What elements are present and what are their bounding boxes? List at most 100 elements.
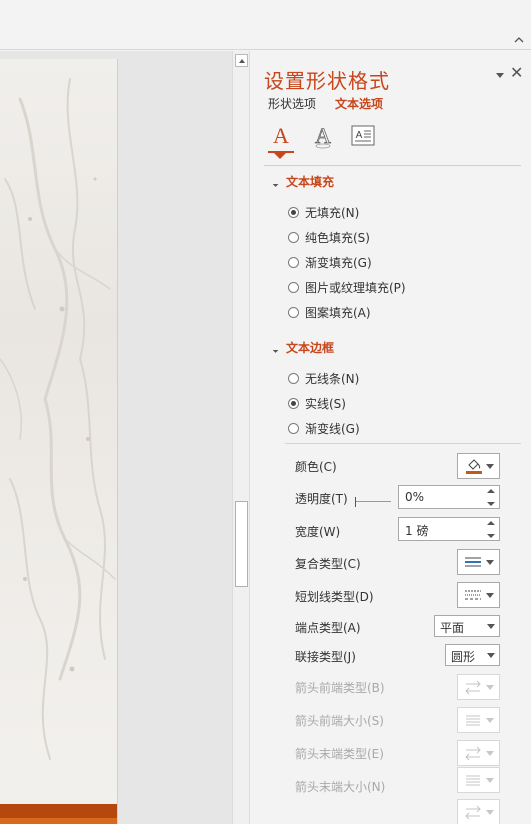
- slide-thumbnail[interactable]: [0, 59, 118, 824]
- spin-up-icon[interactable]: [487, 521, 495, 525]
- radio-icon: [288, 256, 299, 268]
- chevron-down-icon: [486, 464, 494, 469]
- compound-type-label: 复合类型(C): [295, 557, 361, 571]
- cap-type-label: 端点类型(A): [295, 621, 361, 635]
- pane-options-dropdown[interactable]: [496, 73, 504, 78]
- join-type-value: 圆形: [451, 650, 476, 664]
- next-arrow-option-button[interactable]: [457, 799, 500, 824]
- cap-type-select[interactable]: 平面: [434, 615, 500, 637]
- transparency-spinner[interactable]: 0%: [398, 485, 500, 509]
- subsection-divider: [285, 443, 521, 444]
- chevron-down-icon: [486, 778, 494, 783]
- slider-handle[interactable]: [355, 497, 356, 507]
- svg-text:A: A: [356, 130, 363, 141]
- join-type-label: 联接类型(J): [295, 650, 356, 664]
- chevron-down-icon: [486, 560, 494, 565]
- ink-painting-image: [0, 78, 116, 760]
- slide-bottom-band-accent: [0, 818, 117, 824]
- radio-icon: [288, 422, 299, 434]
- chevron-down-icon: [487, 653, 495, 658]
- selected-category-caret: [274, 153, 286, 159]
- cap-type-value: 平面: [440, 621, 465, 635]
- radio-icon: [288, 231, 299, 243]
- width-spinner[interactable]: 1 磅: [398, 517, 500, 541]
- radio-label: 实线(S): [305, 396, 346, 411]
- radio-no-line[interactable]: 无线条(N): [288, 370, 359, 386]
- transparency-slider[interactable]: [355, 497, 391, 507]
- radio-solid-line[interactable]: 实线(S): [288, 395, 346, 411]
- width-label: 宽度(W): [295, 525, 341, 539]
- color-label: 颜色(C): [295, 460, 337, 474]
- scroll-thumb[interactable]: [235, 501, 248, 587]
- radio-label: 图案填充(A): [305, 305, 371, 320]
- spinner-arrows[interactable]: [487, 489, 496, 506]
- pen-color-icon: [466, 459, 482, 474]
- section-text-border-label: 文本边框: [286, 341, 335, 355]
- dash-type-button[interactable]: [457, 582, 500, 608]
- radio-label: 无线条(N): [305, 371, 360, 386]
- tab-text-options[interactable]: 文本选项: [335, 95, 383, 112]
- section-text-fill[interactable]: 文本填充: [270, 173, 334, 190]
- end-arrow-type-label: 箭头末端类型(E): [295, 747, 384, 761]
- arrow-size-icon: [466, 715, 480, 726]
- radio-label: 渐变填充(G): [305, 255, 372, 270]
- ribbon-area: [0, 0, 531, 50]
- compound-lines-icon: [465, 557, 481, 567]
- end-arrow-size-label: 箭头末端大小(N): [295, 780, 386, 794]
- section-text-border[interactable]: 文本边框: [270, 339, 335, 356]
- chevron-down-icon: [486, 718, 494, 723]
- radio-pattern-fill[interactable]: 图案填充(A): [288, 304, 371, 320]
- width-value[interactable]: 1 磅: [405, 522, 428, 539]
- vertical-scrollbar[interactable]: [232, 51, 250, 824]
- pane-title: 设置形状格式: [264, 69, 390, 93]
- radio-solid-fill[interactable]: 纯色填充(S): [288, 229, 370, 245]
- radio-label: 无填充(N): [305, 205, 360, 220]
- join-type-select[interactable]: 圆形: [445, 644, 500, 666]
- chevron-down-icon: [486, 751, 494, 756]
- collapse-ribbon-icon[interactable]: [513, 34, 525, 46]
- radio-icon: [288, 372, 299, 384]
- radio-gradient-fill[interactable]: 渐变填充(G): [288, 254, 372, 270]
- format-shape-pane: 设置形状格式 ✕ 形状选项 文本选项 A A A 文本填充 无填充(N) 纯色填…: [251, 51, 531, 824]
- tab-shape-options[interactable]: 形状选项: [268, 95, 316, 112]
- spin-down-icon[interactable]: [487, 502, 495, 506]
- radio-picture-fill[interactable]: 图片或纹理填充(P): [288, 279, 406, 295]
- arrow-size-icon: [466, 775, 480, 786]
- chevron-down-icon: [486, 810, 494, 815]
- text-fill-outline-icon[interactable]: A: [268, 123, 294, 149]
- collapse-triangle-icon: [270, 178, 279, 187]
- compound-type-button[interactable]: [457, 549, 500, 575]
- arrow-type-icon: [465, 805, 481, 820]
- radio-selected-icon: [288, 397, 299, 409]
- transparency-label: 透明度(T): [295, 492, 348, 506]
- arrow-type-icon: [465, 746, 481, 761]
- dash-type-label: 短划线类型(D): [295, 590, 374, 604]
- radio-label: 图片或纹理填充(P): [305, 280, 406, 295]
- chevron-down-icon: [486, 593, 494, 598]
- chevron-down-icon: [486, 685, 494, 690]
- dash-lines-icon: [465, 590, 481, 600]
- radio-label: 渐变线(G): [305, 421, 360, 436]
- begin-arrow-size-button[interactable]: [457, 707, 500, 733]
- scroll-up-button[interactable]: [235, 54, 248, 67]
- close-icon[interactable]: ✕: [510, 65, 523, 81]
- text-effects-icon[interactable]: A: [310, 123, 336, 149]
- slide-canvas: [0, 51, 232, 824]
- radio-gradient-line[interactable]: 渐变线(G): [288, 420, 360, 436]
- radio-no-fill[interactable]: 无填充(N): [288, 204, 359, 220]
- radio-icon: [288, 281, 299, 293]
- spin-down-icon[interactable]: [487, 534, 495, 538]
- begin-arrow-type-button[interactable]: [457, 674, 500, 700]
- end-arrow-type-button[interactable]: [457, 740, 500, 766]
- spinner-arrows[interactable]: [487, 521, 496, 538]
- end-arrow-size-button[interactable]: [457, 767, 500, 793]
- spin-up-icon[interactable]: [487, 489, 495, 493]
- begin-arrow-type-label: 箭头前端类型(B): [295, 681, 385, 695]
- outline-color-button[interactable]: [457, 453, 500, 479]
- pane-divider: [264, 165, 521, 166]
- textbox-icon[interactable]: A: [350, 123, 376, 149]
- begin-arrow-size-label: 箭头前端大小(S): [295, 714, 384, 728]
- slider-track: [355, 501, 391, 502]
- radio-icon: [288, 306, 299, 318]
- transparency-value[interactable]: 0%: [405, 490, 424, 504]
